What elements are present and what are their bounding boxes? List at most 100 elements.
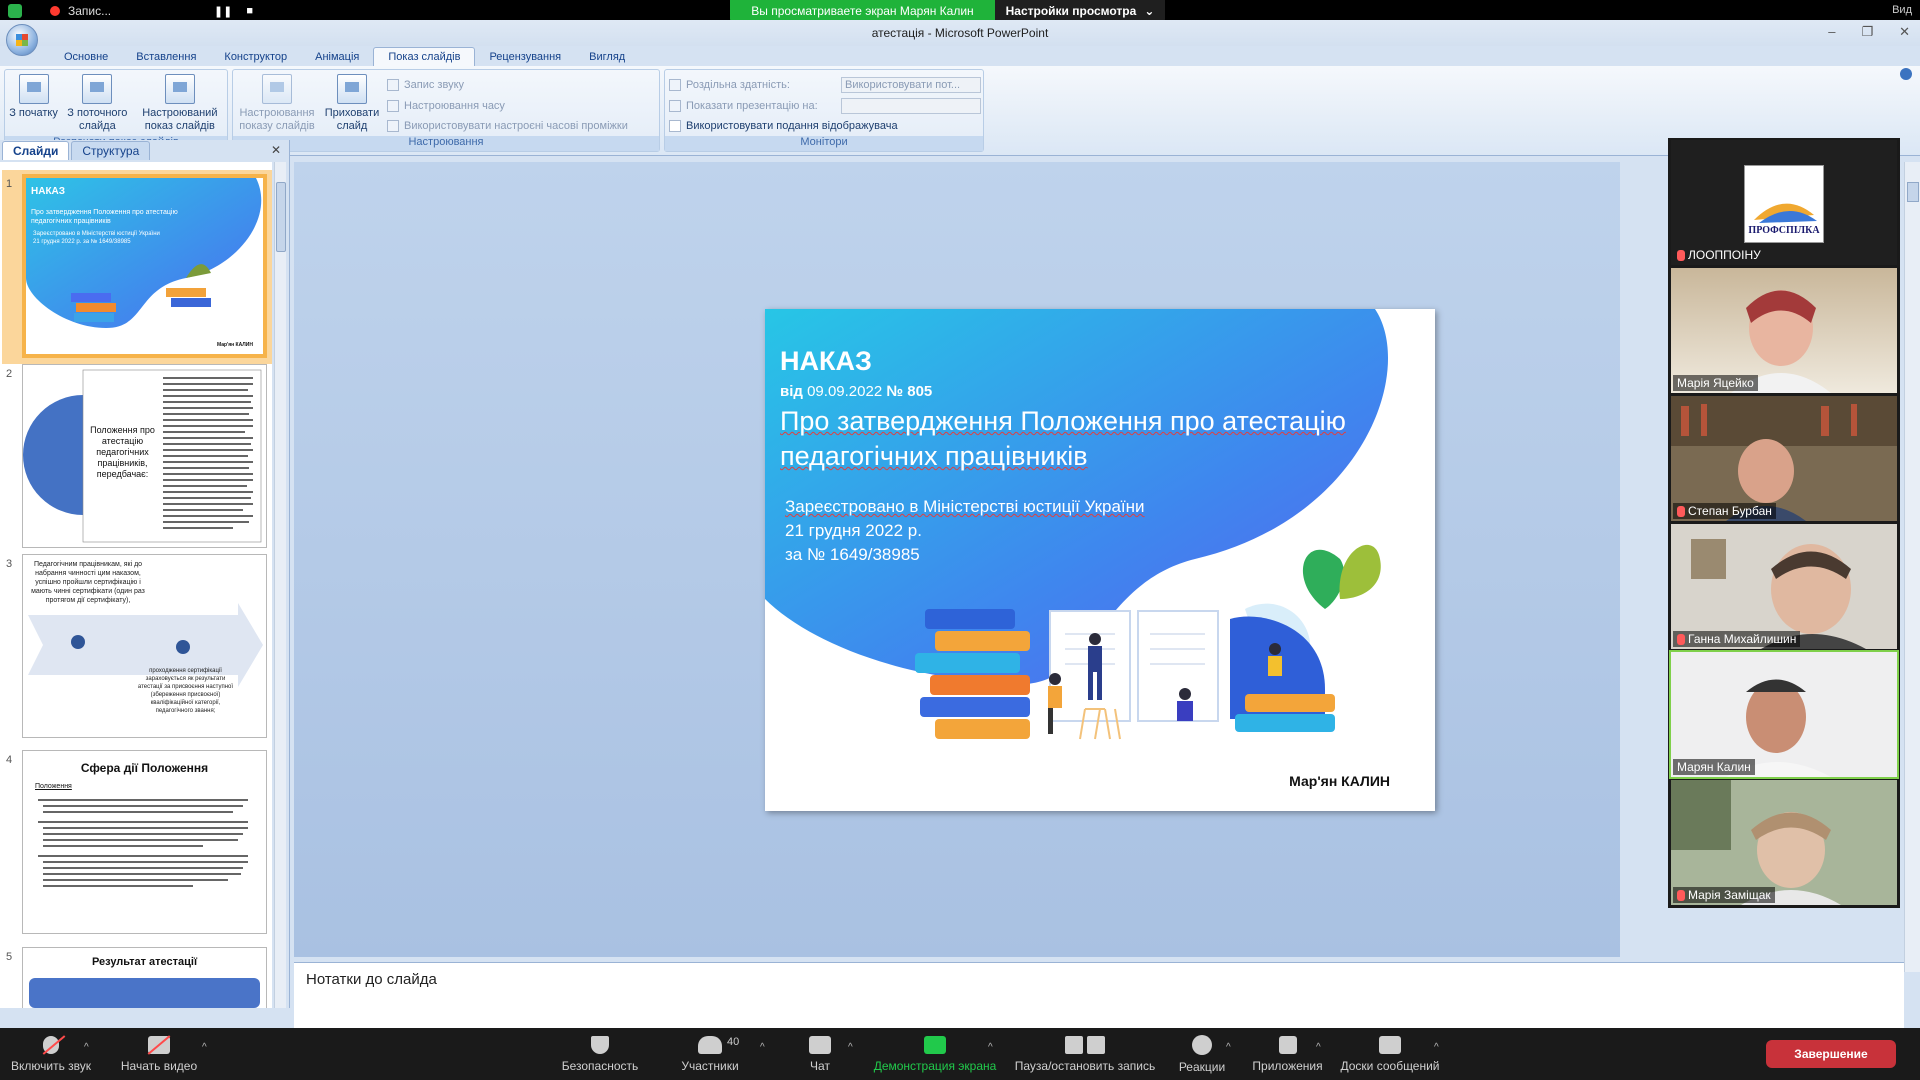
hide-slide-icon [337,74,367,104]
custom-show-icon [164,74,195,104]
whiteboards-button[interactable]: Доски сообщений [1338,1028,1442,1080]
view-options-button[interactable]: Настройки просмотра ⌄ [995,0,1165,22]
thumbnail-image: Результат атестації [22,947,267,1008]
participant-tile[interactable]: ПРОФСПІЛКА ЛООППОІНУ [1671,140,1897,265]
participant-name: Степан Бурбан [1673,503,1776,519]
record-dot-icon [50,6,60,16]
thumb3-body: проходження сертифікації зараховується я… [137,668,234,714]
tab-home[interactable]: Основне [50,48,122,66]
participant-tile[interactable]: Ганна Михайлишин [1671,524,1897,649]
use-timings-checkbox[interactable]: Використовувати настроєні часові проміжк… [387,117,628,135]
view-label: Вид [1892,4,1912,16]
window-title: атестація - Microsoft PowerPoint [871,26,1049,40]
apps-button[interactable]: Приложения [1250,1028,1325,1080]
audio-icon [387,78,399,91]
unmute-label: Включить звук [10,1058,92,1073]
date-value: 09.09.2022 [807,383,883,400]
reactions-button[interactable]: Реакции [1172,1028,1232,1080]
participant-tile[interactable]: Степан Бурбан [1671,396,1897,521]
restore-icon[interactable]: ❐ [1861,24,1873,40]
participant-name: Ганна Михайлишин [1673,631,1801,647]
slide-scrollbar[interactable] [1904,162,1920,972]
tab-slides[interactable]: Слайди [2,141,70,160]
office-button[interactable] [6,24,38,56]
thumb5-box [29,978,260,1008]
checkbox-icon [669,120,681,133]
setup-show-button[interactable]: Настроювання показу слайдів [237,72,317,135]
pause-stop-recording-button[interactable]: Пауза/остановить запись [1010,1028,1160,1080]
name-label: Степан Бурбан [1688,504,1772,518]
participant-tile[interactable]: Марія Заміщак [1671,780,1897,905]
hide-slide-label: Приховати слайд [324,107,380,132]
tab-outline[interactable]: Структура [71,141,151,160]
chevron-up-icon[interactable]: ^ [1434,1042,1439,1053]
record-label: Пауза/остановить запись [1014,1058,1156,1073]
help-icon[interactable] [1900,68,1912,80]
muted-mic-icon [1677,633,1685,645]
security-label: Безопасность [561,1058,639,1073]
minimize-icon[interactable]: – [1828,24,1835,40]
from-current-button[interactable]: З поточного слайда [62,72,133,135]
tab-design[interactable]: Конструктор [210,48,301,66]
tab-slideshow[interactable]: Показ слайдів [373,47,476,66]
tab-insert[interactable]: Вставлення [122,48,210,66]
thumbnail-image: Педагогічним працівникам, які до набранн… [22,554,267,738]
record-audio-button[interactable]: Запис звуку [387,76,628,94]
from-start-button[interactable]: З початку [9,72,58,135]
recording-indicator[interactable]: Запис... ❚❚ ■ [8,2,253,20]
slideshow-current-icon [82,74,113,104]
chevron-up-icon[interactable]: ^ [1226,1042,1231,1053]
custom-show-button[interactable]: Настроюваний показ слайдів [137,72,223,135]
security-button[interactable]: Безопасность [560,1028,640,1080]
scroll-thumb[interactable] [1907,182,1919,202]
setup-show-icon [262,74,292,104]
tab-animations[interactable]: Анімація [301,48,373,66]
tab-review[interactable]: Рецензування [475,48,575,66]
share-banner-text: Вы просматриваете экран Марян Калин [730,0,995,22]
notes-pane[interactable]: Нотатки до слайда [294,962,1904,1028]
participant-tile[interactable]: Марія Яцейко [1671,268,1897,393]
chevron-up-icon[interactable]: ^ [760,1042,765,1053]
end-meeting-button[interactable]: Завершение [1766,1040,1896,1068]
close-icon[interactable]: ✕ [1899,24,1910,40]
chevron-up-icon[interactable]: ^ [848,1042,853,1053]
name-label: ЛООППОІНУ [1688,248,1761,262]
from-start-label: З початку [9,107,58,119]
resolution-select[interactable]: Використовувати пот... [841,76,981,93]
close-panel-icon[interactable]: ✕ [271,143,281,157]
chat-button[interactable]: Чат [790,1028,850,1080]
setup-show-label: Настроювання показу слайдів [239,107,315,132]
show-on-select[interactable] [841,97,981,114]
registration-line-1: Зареєстровано в Міністерстві юстиції Укр… [785,497,1145,516]
presenter-view-checkbox[interactable]: Використовувати подання відображувача [669,117,981,135]
window-controls: – ❐ ✕ [1828,24,1910,40]
chevron-up-icon[interactable]: ^ [202,1042,207,1053]
current-slide[interactable]: НАКАЗ від 09.09.2022 № 805 Про затвердже… [765,309,1435,811]
pause-record-icon[interactable]: ❚❚ [214,5,232,18]
hide-slide-button[interactable]: Приховати слайд [321,72,383,135]
slide-heading: Про затвердження Положення про атестацію… [780,406,1346,471]
muted-mic-icon [1677,505,1685,517]
unmute-button[interactable]: Включить звук [10,1028,92,1080]
share-screen-button[interactable]: Демонстрация экрана [870,1028,1000,1080]
view-button[interactable]: Вид [1892,4,1912,16]
chevron-up-icon[interactable]: ^ [1316,1042,1321,1053]
stop-record-icon[interactable]: ■ [246,5,253,18]
apps-icon [1278,1035,1297,1054]
notes-placeholder: Нотатки до слайда [306,971,437,988]
slide-number: 2 [6,368,13,380]
participants-icon [698,1035,722,1054]
tab-view[interactable]: Вигляд [575,48,639,66]
thumb3-title: Педагогічним працівникам, які до набранн… [31,561,145,604]
chevron-up-icon[interactable]: ^ [988,1042,993,1053]
rehearse-timings-button[interactable]: Настроювання часу [387,97,628,115]
scroll-thumb[interactable] [276,182,286,252]
participant-tile-active[interactable]: Марян Калин [1669,650,1899,779]
share-screen-icon [924,1035,946,1054]
share-banner: Вы просматриваете экран Марян Калин Наст… [730,0,1165,22]
thumbnails-scrollbar[interactable] [274,162,286,1008]
chevron-up-icon[interactable]: ^ [84,1042,89,1053]
custom-show-label: Настроюваний показ слайдів [142,107,218,132]
slide-author: Мар'ян КАЛИН [1289,773,1390,789]
start-video-button[interactable]: Начать видео [118,1028,200,1080]
